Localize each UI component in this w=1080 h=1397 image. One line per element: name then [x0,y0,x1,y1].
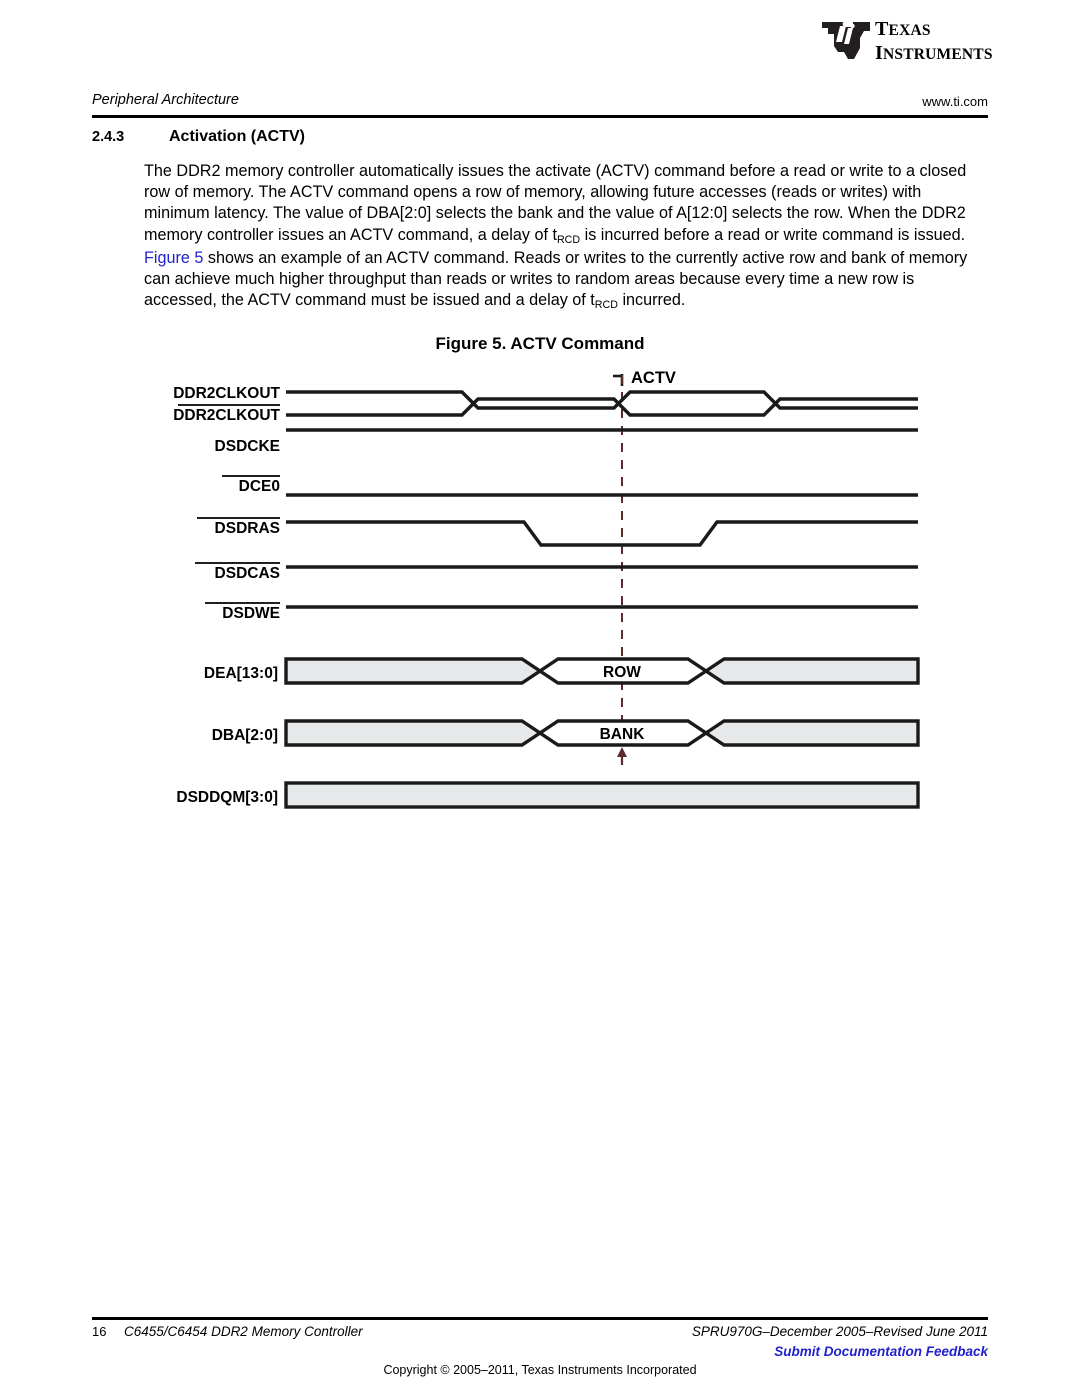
paragraph-text-2: is incurred before a read or write comma… [580,225,966,244]
body-paragraph: The DDR2 memory controller automatically… [144,161,988,313]
bus-dba-value: BANK [600,726,646,743]
timing-diagram-svg: ACTV DDR2CLKOUT DDR2CLKOUT DSDCKE DCE0 D… [173,369,920,809]
figure-5-link[interactable]: Figure 5 [144,249,203,267]
signal-label-ddr2clkout: DDR2CLKOUT [173,385,280,402]
page-header: Peripheral Architecture www.ti.com [92,92,988,114]
ti-logo-line1: TEXAS [875,18,931,40]
footer-copyright: Copyright © 2005–2011, Texas Instruments… [383,1363,697,1377]
footer-document-id: SPRU970G–December 2005–Revised June 2011 [691,1324,988,1339]
signal-label-dce0: DCE0 [239,478,280,495]
signal-label-ddr2clkout-bar: DDR2CLKOUT [173,407,280,424]
bank-sample-arrow [617,747,627,765]
section-heading: 2.4.3 Activation (ACTV) [92,128,792,151]
paragraph-text-4: incurred. [617,291,686,310]
signal-label-dsddqm: DSDDQM[3:0] [176,789,278,806]
timing-diagram: ACTV DDR2CLKOUT DDR2CLKOUT DSDCKE DCE0 D… [0,362,1080,832]
actv-marker-label: ACTV [631,369,676,387]
waveform-dsdras [286,520,918,547]
signal-label-dsdwe: DSDWE [222,605,280,622]
subscript-rcd-2: RCD [594,299,618,312]
signal-label-dea: DEA[13:0] [204,665,278,682]
bus-dsddqm [284,781,920,809]
signal-label-dba: DBA[2:0] [212,727,278,744]
footer-feedback-link[interactable]: Submit Documentation Feedback [774,1344,988,1359]
footer-document-title: C6455/C6454 DDR2 Memory Controller [124,1324,363,1339]
section-title: Activation (ACTV) [169,128,305,145]
bus-dba: BANK [284,719,920,765]
bus-dba-segment-left [284,719,544,747]
signal-label-dsdcas: DSDCAS [215,565,280,582]
ti-logo-line2: INSTRUMENTS [875,42,993,64]
paragraph-text-3: shows an example of an ACTV command. Rea… [144,248,968,310]
bus-dsddqm-segment [284,781,920,809]
ti-logo: TEXAS INSTRUMENTS [820,18,1000,68]
ti-logo-icon [822,21,870,59]
section-number: 2.4.3 [92,129,125,145]
bus-dea-segment-left [284,657,544,685]
header-section-title: Peripheral Architecture [92,92,239,108]
bus-dba-segment-right [702,719,920,747]
footer-page-number: 16 [92,1324,107,1339]
ti-logo-wordmark: TEXAS INSTRUMENTS [875,18,993,66]
bus-dea-value: ROW [603,664,641,681]
footer-divider [92,1317,988,1320]
signal-labels: DDR2CLKOUT DDR2CLKOUT DSDCKE DCE0 DSDRAS… [173,385,280,806]
bus-dea-segment-right [702,657,920,685]
waveforms [286,390,918,609]
subscript-rcd-1: RCD [556,233,581,246]
signal-label-dsdcke: DSDCKE [215,438,280,455]
header-divider [92,115,988,118]
figure-caption: Figure 5. ACTV Command [435,334,645,353]
header-url[interactable]: www.ti.com [922,94,988,109]
bus-dea: ROW [284,657,920,685]
signal-label-dsdras: DSDRAS [215,520,280,537]
